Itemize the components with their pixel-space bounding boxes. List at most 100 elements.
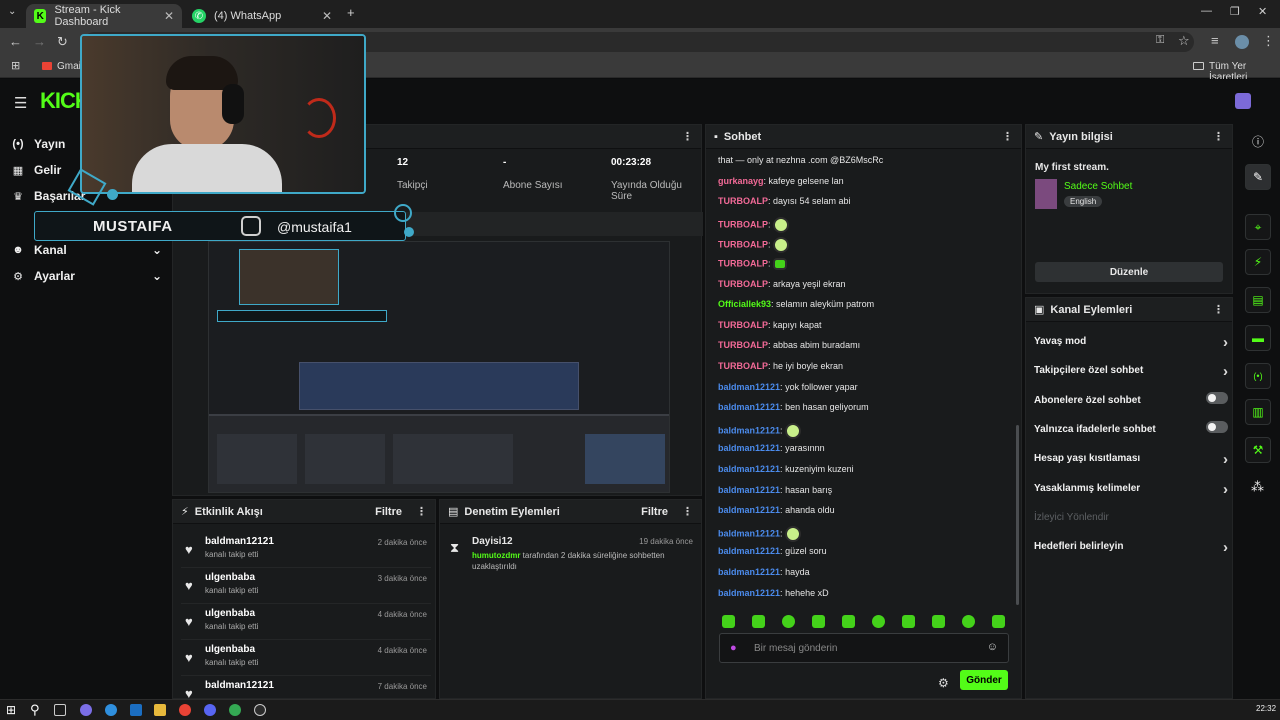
more-icon[interactable]: ⋮	[682, 130, 693, 143]
filter-button[interactable]: Filtre	[641, 506, 668, 518]
emote-picker-icon[interactable]	[812, 615, 825, 628]
chat-username[interactable]: baldman12121	[718, 443, 780, 453]
key-icon[interactable]: ⚿	[1156, 34, 1164, 47]
chat-username[interactable]: baldman12121	[718, 588, 780, 598]
edit-button[interactable]: Düzenle	[1035, 262, 1223, 282]
emote-picker-icon[interactable]	[962, 615, 975, 628]
bolt-icon[interactable]: ⚡	[1245, 249, 1271, 275]
chrome-active-icon[interactable]	[229, 704, 241, 716]
chrome-icon[interactable]	[179, 704, 191, 716]
video-preview[interactable]	[208, 241, 670, 493]
toggle-switch[interactable]	[1206, 420, 1228, 433]
toggle-switch[interactable]	[1206, 391, 1228, 404]
tab-search-icon[interactable]: ⌄	[8, 6, 16, 17]
outlook-icon[interactable]	[130, 704, 142, 716]
chat-scrollbar[interactable]	[1016, 425, 1019, 605]
wrench-icon[interactable]: ⚒	[1245, 437, 1271, 463]
channel-action-item[interactable]: Yavaş mod ›	[1034, 334, 1228, 351]
edit-pencil-icon[interactable]: ✎	[1245, 164, 1271, 190]
chat-username[interactable]: baldman12121	[718, 546, 780, 556]
chat-username[interactable]: baldman12121	[718, 425, 780, 435]
discord-icon[interactable]	[204, 704, 216, 716]
restore-icon[interactable]: ❐	[1230, 5, 1240, 18]
layout-icon[interactable]: ▥	[1245, 399, 1271, 425]
tab-kick-dashboard[interactable]: K Stream - Kick Dashboard ✕	[26, 4, 182, 28]
close-icon[interactable]: ✕	[322, 9, 332, 23]
chat-username[interactable]: baldman12121	[718, 402, 780, 412]
emote-picker-icon[interactable]	[752, 615, 765, 628]
close-window-icon[interactable]: ✕	[1258, 5, 1267, 18]
chat-username[interactable]: TURBOALP	[718, 219, 768, 229]
chat-username[interactable]: gurkanayg	[718, 176, 764, 186]
chat-username[interactable]: TURBOALP	[718, 340, 768, 350]
back-icon[interactable]: ←	[9, 34, 22, 49]
taskbar-clock[interactable]: 22:32	[1256, 704, 1276, 713]
channel-action-item[interactable]: Hedefleri belirleyin ›	[1034, 539, 1228, 556]
broadcast-icon[interactable]: (•)	[1245, 363, 1271, 389]
forward-icon[interactable]: →	[33, 34, 46, 49]
chat-input[interactable]: ● Bir mesaj gönderin ☺	[719, 633, 1009, 663]
user-avatar[interactable]	[1235, 93, 1251, 109]
channel-action-item[interactable]: Hesap yaşı kısıtlaması ›	[1034, 451, 1228, 468]
chat-username[interactable]: TURBOALP	[718, 279, 768, 289]
chat-username[interactable]: TURBOALP	[718, 361, 768, 371]
star-icon[interactable]: ☆	[1178, 33, 1190, 49]
close-icon[interactable]: ✕	[164, 9, 174, 23]
more-icon[interactable]: ⋮	[1002, 130, 1013, 143]
chat-username[interactable]: TURBOALP	[718, 320, 768, 330]
emote-picker-icon[interactable]	[932, 615, 945, 628]
chat-username[interactable]: baldman12121	[718, 505, 780, 515]
integrations-icon[interactable]: ⁂	[1251, 479, 1264, 495]
sidebar-item-kanal[interactable]: ☻ Kanal ⌄	[12, 243, 162, 257]
channel-action-item[interactable]: Takipçilere özel sohbet ›	[1034, 363, 1228, 380]
chat-username[interactable]: Officiallek93	[718, 299, 771, 309]
filter-button[interactable]: Filtre	[375, 506, 402, 518]
emote-picker-icon[interactable]	[992, 615, 1005, 628]
microphone-icon[interactable]: ●	[730, 642, 737, 654]
info-icon[interactable]: ⓘ	[1252, 133, 1264, 150]
profile-avatar[interactable]	[1235, 35, 1249, 49]
emote-picker-icon[interactable]	[902, 615, 915, 628]
reading-list-icon[interactable]: ≡	[1211, 33, 1219, 48]
reload-icon[interactable]: ↻	[57, 34, 68, 50]
obs-icon[interactable]	[254, 704, 266, 716]
chat-username[interactable]: baldman12121	[718, 485, 780, 495]
sidebar-item-ayarlar[interactable]: ⚙ Ayarlar ⌄	[12, 269, 162, 283]
chat-username[interactable]: baldman12121	[718, 528, 780, 538]
emote-picker-icon[interactable]	[842, 615, 855, 628]
more-icon[interactable]: ⋮	[416, 505, 427, 518]
chat-username[interactable]: TURBOALP	[718, 258, 768, 268]
apps-icon[interactable]: ⊞	[11, 59, 20, 72]
copilot-icon[interactable]	[80, 704, 92, 716]
chat-username[interactable]: TURBOALP	[718, 240, 768, 250]
emote-picker-icon[interactable]	[782, 615, 795, 628]
chat-username[interactable]: baldman12121	[718, 382, 780, 392]
chat-username[interactable]: baldman12121	[718, 567, 780, 577]
search-icon[interactable]: ⚲	[30, 702, 40, 718]
moderated-user[interactable]: Dayisi12	[472, 536, 513, 547]
more-icon[interactable]: ⋮	[1213, 130, 1224, 143]
new-tab-icon[interactable]: +	[347, 5, 355, 20]
tab-whatsapp[interactable]: ✆ (4) WhatsApp ✕	[184, 4, 340, 28]
hamburger-icon[interactable]: ☰	[14, 94, 27, 112]
task-view-icon[interactable]	[54, 704, 66, 716]
edge-icon[interactable]	[105, 704, 117, 716]
channel-action-item[interactable]: Yalnızca ifadelerle sohbet	[1034, 420, 1228, 435]
channel-action-item[interactable]: Yasaklanmış kelimeler ›	[1034, 481, 1228, 498]
more-icon[interactable]: ⋮	[1213, 303, 1224, 316]
stream-category[interactable]: Sadece Sohbet	[1064, 181, 1132, 192]
start-icon[interactable]: ⊞	[6, 703, 16, 717]
more-icon[interactable]: ⋮	[682, 505, 693, 518]
minimize-icon[interactable]: —	[1201, 5, 1212, 17]
chat-username[interactable]: baldman12121	[718, 464, 780, 474]
menu-icon[interactable]: ⋮	[1262, 33, 1275, 49]
channel-action-item[interactable]: Abonelere özel sohbet	[1034, 391, 1228, 406]
chat-settings-icon[interactable]: ⚙	[938, 676, 949, 690]
emote-picker-icon[interactable]	[722, 615, 735, 628]
target-icon[interactable]: ⌖	[1245, 214, 1271, 240]
explorer-icon[interactable]	[154, 704, 166, 716]
emote-picker-icon[interactable]	[872, 615, 885, 628]
send-button[interactable]: Gönder	[960, 670, 1008, 690]
chat-icon[interactable]: ▬	[1245, 325, 1271, 351]
document-icon[interactable]: ▤	[1245, 287, 1271, 313]
